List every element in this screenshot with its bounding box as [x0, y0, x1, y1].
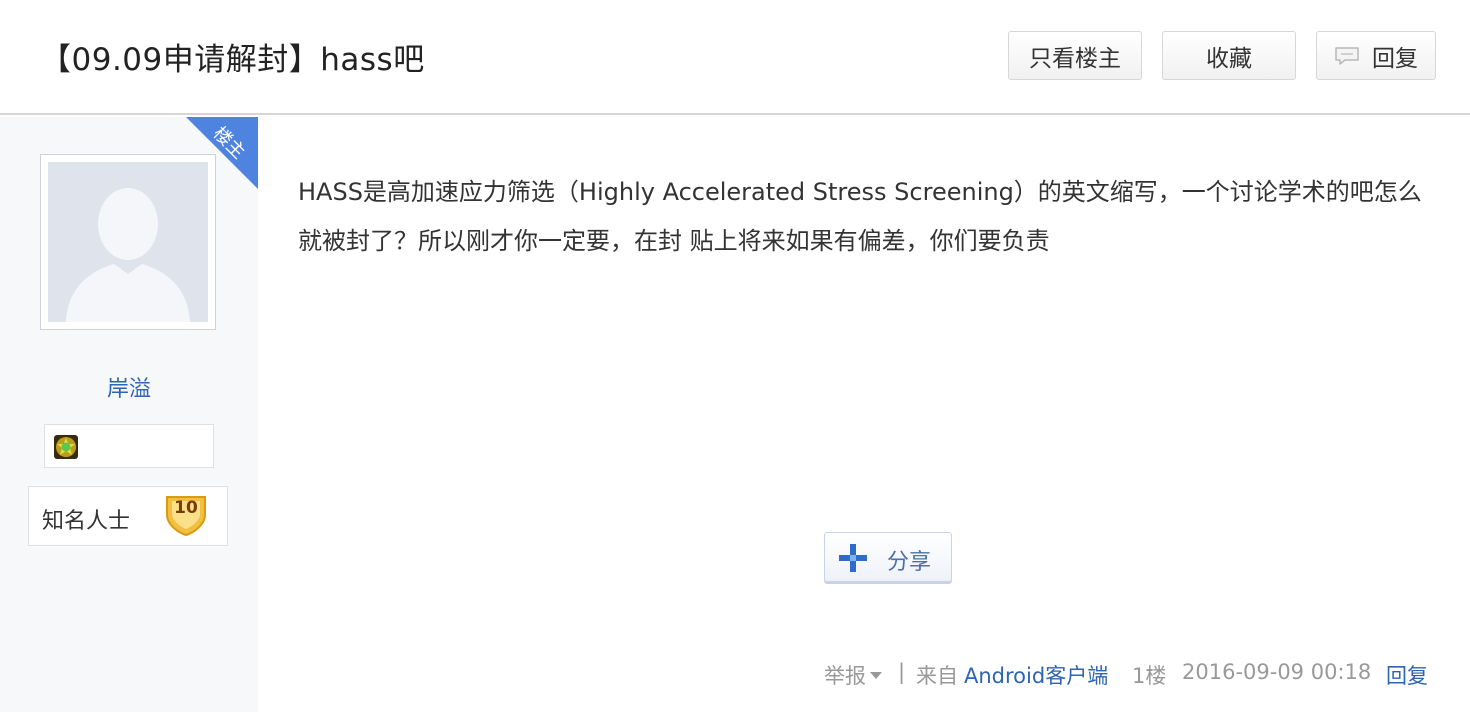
post-content: HASS是高加速应力筛选（Highly Accelerated Stress S…: [298, 178, 1422, 255]
reply-label: 回复: [1372, 45, 1418, 72]
reply-button[interactable]: 回复: [1316, 31, 1436, 80]
badge-box: [44, 424, 214, 468]
from-prefix: 来自: [916, 664, 958, 688]
thread-header: 【09.09申请解封】hass吧 只看楼主 收藏 回复: [0, 0, 1470, 115]
footer-separator: |: [898, 660, 906, 684]
level-title: 知名人士: [42, 509, 131, 534]
avatar[interactable]: [40, 154, 216, 330]
report-link[interactable]: 举报: [824, 660, 882, 692]
only-op-label: 只看楼主: [1029, 45, 1121, 72]
level-number: 10: [174, 498, 198, 518]
speech-bubble-icon: [1334, 46, 1360, 66]
favorite-button[interactable]: 收藏: [1162, 31, 1296, 80]
client-platform-link[interactable]: Android客户端: [964, 660, 1108, 692]
chevron-down-icon: [870, 672, 882, 679]
report-label: 举报: [824, 664, 866, 688]
share-label: 分享: [887, 550, 932, 575]
blue-plus-share-icon: [837, 542, 869, 574]
green-gem-badge-icon[interactable]: [53, 434, 79, 460]
level-box: 知名人士 10: [28, 486, 228, 546]
floor-number: 1楼: [1132, 664, 1167, 688]
gold-shield-level-icon[interactable]: 10: [163, 493, 209, 537]
default-avatar-icon: [48, 162, 208, 322]
only-op-button[interactable]: 只看楼主: [1008, 31, 1142, 80]
share-button[interactable]: 分享: [824, 532, 952, 582]
favorite-label: 收藏: [1206, 45, 1252, 72]
post-timestamp: 2016-09-09 00:18: [1182, 660, 1372, 684]
author-username[interactable]: 岸溢: [0, 371, 258, 403]
thread-title: 【09.09申请解封】hass吧: [40, 42, 425, 78]
reply-link[interactable]: 回复: [1386, 660, 1428, 692]
